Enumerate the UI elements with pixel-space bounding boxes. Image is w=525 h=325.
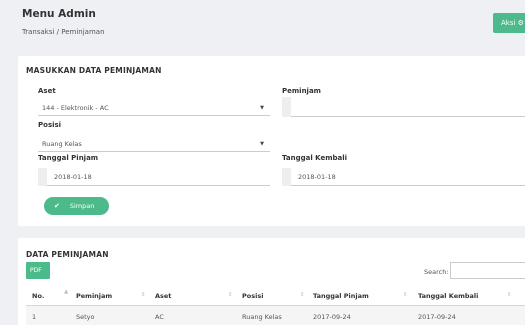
column-header-tanggal-pinjam[interactable]: Tanggal Pinjam: [313, 292, 369, 300]
cell-tanggal-pinjam: 2017-09-24: [313, 313, 351, 321]
tanggal-pinjam-label: Tanggal Pinjam: [38, 154, 99, 162]
check-icon: ✔: [54, 202, 60, 210]
calendar-addon: [282, 168, 291, 186]
cell-peminjam: Setyo: [76, 313, 95, 321]
sort-icon[interactable]: ⇕: [507, 292, 512, 298]
cell-tanggal-kembali: 2017-09-24: [418, 313, 456, 321]
tanggal-kembali-input[interactable]: 2018-01-18: [282, 168, 525, 186]
pdf-button[interactable]: PDF: [26, 262, 50, 279]
cell-posisi: Ruang Kelas: [242, 313, 282, 321]
tanggal-kembali-label: Tanggal Kembali: [282, 154, 348, 162]
search-input[interactable]: [450, 262, 525, 279]
cell-no: 1: [32, 313, 37, 321]
input-addon: [282, 97, 291, 117]
aset-select-value: 144 - Elektronik - AC: [42, 104, 109, 112]
search-label: Search:: [424, 268, 449, 276]
page-header: Menu Admin Transaksi / Peminjaman Aksi ⚙: [0, 0, 525, 44]
tanggal-pinjam-input[interactable]: 2018-01-18: [38, 168, 270, 186]
page-title: Menu Admin: [22, 8, 96, 20]
posisi-select-value: Ruang Kelas: [42, 140, 82, 148]
cell-aset: AC: [155, 313, 164, 321]
calendar-addon: [38, 168, 47, 186]
breadcrumb[interactable]: Transaksi / Peminjaman: [22, 28, 105, 36]
save-button-label: Simpan: [69, 202, 95, 210]
peminjam-label: Peminjam: [282, 87, 321, 95]
caret-down-icon: ▼: [260, 105, 264, 111]
sort-icon[interactable]: ▲: [64, 289, 68, 295]
save-button[interactable]: ✔ Simpan: [44, 197, 109, 215]
sort-icon[interactable]: ⇕: [300, 292, 305, 298]
tanggal-kembali-value: 2018-01-18: [298, 173, 336, 181]
caret-down-icon: ▼: [260, 141, 264, 147]
column-header-aset[interactable]: Aset: [155, 292, 171, 300]
column-header-posisi[interactable]: Posisi: [242, 292, 263, 300]
action-button[interactable]: Aksi ⚙: [493, 13, 525, 33]
aset-label: Aset: [38, 87, 56, 95]
sort-icon[interactable]: ⇕: [228, 292, 233, 298]
sort-icon[interactable]: ⇕: [403, 292, 408, 298]
peminjam-input[interactable]: [282, 97, 525, 117]
table-section-title: DATA PEMINJAMAN: [26, 250, 109, 259]
posisi-select[interactable]: Ruang Kelas ▼: [38, 136, 270, 152]
form-section-title: MASUKKAN DATA PEMINJAMAN: [26, 66, 162, 75]
column-header-peminjam[interactable]: Peminjam: [76, 292, 112, 300]
aset-select[interactable]: 144 - Elektronik - AC ▼: [38, 100, 270, 116]
posisi-label: Posisi: [38, 121, 62, 129]
column-header-tanggal-kembali[interactable]: Tanggal Kembali: [418, 292, 478, 300]
tanggal-pinjam-value: 2018-01-18: [54, 173, 92, 181]
sort-icon[interactable]: ⇕: [141, 292, 146, 298]
column-header-no[interactable]: No.: [32, 292, 44, 300]
